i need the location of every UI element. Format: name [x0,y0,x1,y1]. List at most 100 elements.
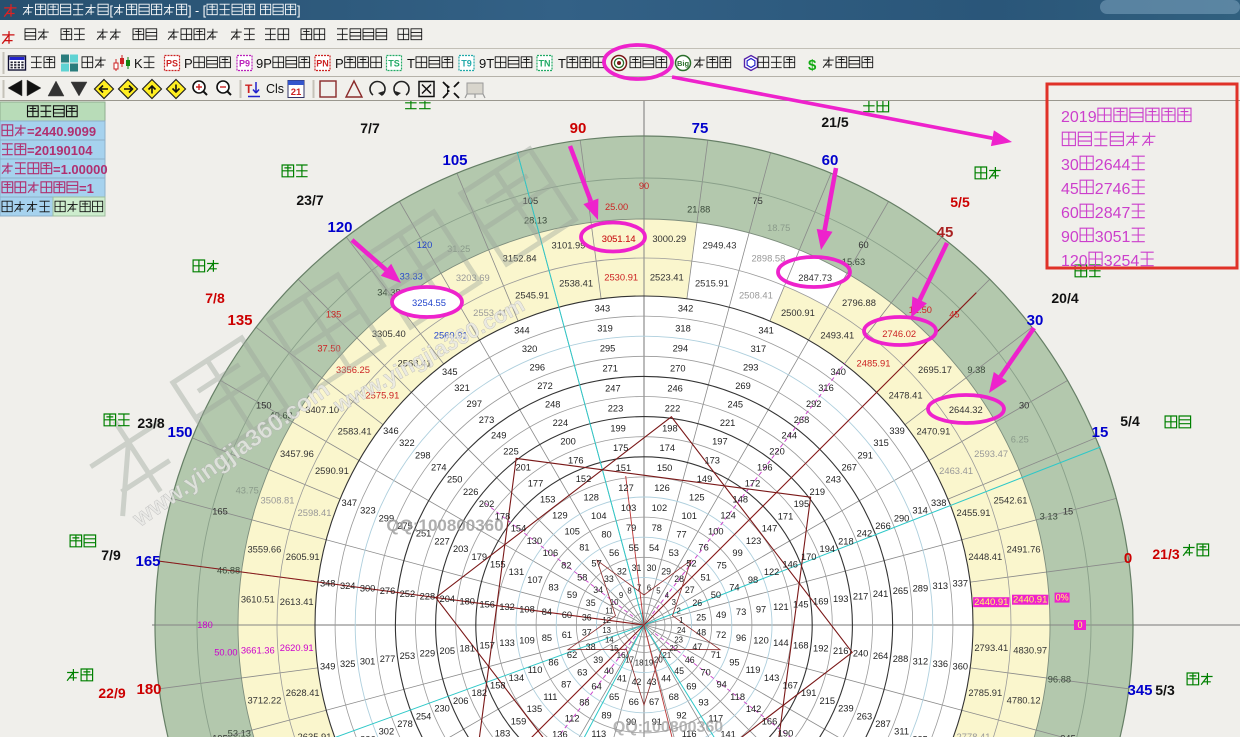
svg-text:218: 218 [838,536,854,546]
svg-text:105: 105 [442,152,467,169]
svg-text:7: 7 [637,584,641,593]
svg-text:121: 121 [773,602,789,612]
svg-text:3712.22: 3712.22 [247,695,281,706]
svg-text:195: 195 [794,499,810,509]
svg-text:314: 314 [912,506,928,516]
svg-text:88: 88 [579,698,589,708]
svg-text:38: 38 [586,642,596,652]
svg-text:74: 74 [729,583,739,593]
svg-text:170: 170 [801,552,817,562]
svg-text:325: 325 [340,659,356,669]
svg-text:296: 296 [530,362,546,372]
svg-text:75: 75 [717,560,727,570]
svg-text:69: 69 [686,682,696,692]
svg-text:105: 105 [564,526,580,536]
svg-text:2583.41: 2583.41 [338,426,372,437]
svg-text:112: 112 [565,714,580,724]
svg-text:312: 312 [913,656,929,666]
svg-text:2500.91: 2500.91 [781,307,815,318]
svg-text:124: 124 [720,510,736,520]
svg-text:301: 301 [360,656,376,666]
svg-text:2796.88: 2796.88 [842,297,876,308]
svg-text:P: P [184,56,193,71]
svg-text:60: 60 [562,610,572,620]
svg-text:337: 337 [953,578,969,588]
svg-text:Cls: Cls [266,82,284,96]
svg-text:300: 300 [360,584,376,594]
svg-text:47: 47 [692,642,702,652]
svg-text:30: 30 [1061,157,1079,174]
svg-text:2847: 2847 [1095,205,1131,222]
svg-text:180: 180 [459,597,475,607]
svg-text:152: 152 [576,474,592,484]
svg-text:183: 183 [495,729,511,737]
svg-text:3.13: 3.13 [1040,512,1058,522]
svg-text:276: 276 [380,586,396,596]
svg-text:11: 11 [605,607,613,616]
svg-text:302: 302 [379,727,395,737]
svg-text:265: 265 [893,586,909,596]
svg-text:267: 267 [841,463,857,473]
svg-text:3559.66: 3559.66 [247,544,281,555]
svg-text:83: 83 [548,583,558,593]
svg-text:] - [: ] - [ [188,4,207,18]
svg-text:248: 248 [545,400,561,410]
svg-text:120: 120 [1061,253,1088,270]
svg-text:247: 247 [605,383,621,393]
svg-text:P: P [335,56,344,71]
svg-text:53: 53 [669,548,679,558]
svg-text:181: 181 [459,643,475,653]
svg-text:269: 269 [735,381,751,391]
svg-text:36: 36 [582,613,592,623]
svg-text:144: 144 [773,638,789,648]
svg-text:9: 9 [619,591,623,600]
svg-text:298: 298 [415,450,431,460]
svg-text:62: 62 [567,650,577,660]
svg-text:T9: T9 [461,59,472,69]
svg-text:58: 58 [577,573,587,583]
svg-text:30: 30 [1027,312,1044,329]
svg-text:2613.41: 2613.41 [280,596,314,607]
svg-text:131: 131 [509,567,525,577]
svg-text:QQ:100800360: QQ:100800360 [613,719,723,736]
svg-text:343: 343 [595,304,611,314]
svg-text:147: 147 [762,524,778,534]
svg-text:106: 106 [543,548,559,558]
svg-text:2478.41: 2478.41 [889,390,923,401]
svg-text:135: 135 [326,310,342,320]
svg-text:67: 67 [649,697,659,707]
svg-text:T: T [558,56,566,71]
svg-text:317: 317 [751,344,767,354]
svg-text:142: 142 [746,704,762,714]
svg-text:42: 42 [632,677,642,687]
svg-text:20/4: 20/4 [1051,290,1078,306]
svg-text:51: 51 [701,573,711,583]
svg-text:246: 246 [667,383,683,393]
svg-text:216: 216 [833,646,849,656]
svg-text:118: 118 [730,692,745,702]
svg-text:53.13: 53.13 [228,728,251,737]
svg-text:=2440.9099: =2440.9099 [27,124,96,139]
svg-text:2593.47: 2593.47 [974,448,1008,459]
svg-text:175: 175 [613,443,629,453]
svg-text:75: 75 [692,120,709,137]
svg-text:72: 72 [716,630,726,640]
svg-text:35: 35 [586,598,596,608]
svg-text:201: 201 [515,463,531,473]
svg-text:270: 270 [670,364,686,374]
svg-text:37: 37 [582,628,592,638]
svg-text:271: 271 [602,364,618,374]
svg-text:5: 5 [656,586,661,595]
svg-text:93: 93 [698,698,708,708]
svg-text:59: 59 [567,590,577,600]
svg-text:290: 290 [894,513,910,523]
svg-text:4830.97: 4830.97 [1013,644,1047,655]
svg-text:0: 0 [1077,620,1082,630]
svg-text:360: 360 [953,662,969,672]
svg-text:120: 120 [753,635,769,645]
svg-text:182: 182 [472,688,488,698]
svg-text:99: 99 [732,548,742,558]
svg-text:266: 266 [875,521,891,531]
svg-text:250: 250 [447,475,463,485]
svg-text:104: 104 [591,511,607,521]
